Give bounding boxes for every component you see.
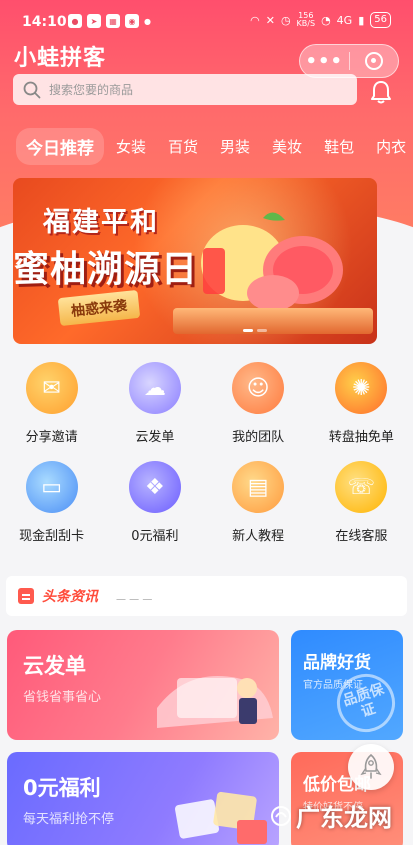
close-mini-program-button[interactable]: [349, 52, 398, 70]
status-time: 14:10: [22, 14, 67, 30]
search-placeholder: 搜索您要的商品: [49, 83, 134, 97]
mute-icon: ✕: [265, 13, 275, 27]
mini-program-capsule: •••: [299, 44, 399, 78]
battery-indicator: 56: [370, 12, 391, 28]
customer-service-icon: ☏: [335, 461, 388, 513]
cloud-order-icon: ☁: [128, 362, 181, 414]
app-title: 小蛙拼客: [14, 46, 107, 71]
grid-item-cloud-order[interactable]: ☁ 云发单: [103, 362, 206, 445]
tutorial-icon: ▤: [232, 461, 285, 513]
tab-beauty[interactable]: 美妆: [272, 136, 302, 157]
brand-goods-card[interactable]: 品牌好货 官方品质保证 品质保证: [291, 630, 403, 740]
zero-welfare-card[interactable]: 0元福利 每天福利抢不停: [7, 752, 279, 845]
search-bar[interactable]: 搜索您要的商品: [13, 74, 357, 105]
banner-dot: [257, 329, 267, 332]
card-subtitle: 每天福利抢不停: [23, 812, 115, 827]
status-bar: 14:10 ● ➤ ▦ ◉ ● ◠ ✕ ◷ 156 KB/S ◔ 4G ▮ 56: [0, 0, 413, 40]
lucky-wheel-icon: ✺: [335, 362, 388, 414]
card-title: 云发单: [23, 654, 86, 678]
tab-today-recommend[interactable]: 今日推荐: [16, 128, 104, 165]
alarm-icon: ◷: [280, 13, 291, 27]
team-icon: ☺: [232, 362, 285, 414]
grid-item-label: 云发单: [135, 430, 175, 445]
network-speed: 156 KB/S: [297, 12, 316, 28]
tab-shoes-bags[interactable]: 鞋包: [324, 136, 354, 157]
grid-item-tutorial[interactable]: ▤ 新人教程: [207, 461, 310, 544]
cloud-order-illustration: [157, 676, 273, 728]
grid-item-label: 分享邀请: [25, 430, 78, 445]
grid-item-label: 在线客服: [335, 529, 388, 544]
grid-item-label: 0元福利: [131, 529, 179, 544]
network-speed-unit: KB/S: [296, 19, 316, 28]
status-right: ◠ ✕ ◷ 156 KB/S ◔ 4G ▮ 56: [250, 12, 391, 28]
banner-line1: 福建平和: [43, 207, 159, 238]
site-watermark: 广东龙网: [270, 798, 392, 833]
rocket-icon: [360, 754, 382, 779]
search-icon: [23, 81, 41, 98]
news-scroll-text: — — —: [116, 594, 153, 605]
banner-pagination: [243, 329, 267, 332]
cloud-order-card[interactable]: 云发单 省钱省事省心: [7, 630, 279, 740]
watermark-logo-icon: [271, 805, 291, 826]
notification-app-icon: ●: [68, 14, 82, 28]
headphones-icon: ◠: [250, 13, 260, 27]
grid-item-label: 新人教程: [232, 529, 285, 544]
grid-item-zero-welfare[interactable]: ❖ 0元福利: [103, 461, 206, 544]
coupon-illustration: [174, 791, 267, 844]
category-tabs: 今日推荐 女装 百货 男装 美妆 鞋包 内衣: [16, 128, 413, 165]
watermark-text: 广东龙网: [296, 804, 392, 832]
back-to-top-button[interactable]: [348, 744, 394, 790]
grid-item-my-team[interactable]: ☺ 我的团队: [207, 362, 310, 445]
bell-icon[interactable]: [370, 80, 392, 104]
card-title: 品牌好货: [303, 653, 371, 673]
grid-item-lucky-wheel[interactable]: ✺ 转盘抽免单: [310, 362, 413, 445]
card-subtitle: 省钱省事省心: [23, 690, 102, 705]
promo-banner[interactable]: 福建平和 蜜柚溯源日 柚惑来袭: [13, 178, 377, 344]
signal-label: 4G: [336, 13, 353, 27]
wifi-icon: ◔: [321, 13, 331, 27]
more-menu-button[interactable]: •••: [300, 51, 349, 72]
banner-tag: 柚惑来袭: [57, 289, 141, 327]
news-icon: [18, 588, 34, 604]
grid-item-label: 转盘抽免单: [328, 430, 394, 445]
dot-icon: ●: [144, 16, 151, 26]
signal-icon: ▮: [358, 13, 365, 27]
grid-item-customer-service[interactable]: ☏ 在线客服: [310, 461, 413, 544]
card-title: 0元福利: [23, 776, 101, 800]
message-app-icon: ▦: [106, 14, 120, 28]
grid-item-scratch-card[interactable]: ▭ 现金刮刮卡: [0, 461, 103, 544]
banner-dot-active: [243, 329, 253, 332]
share-invite-icon: ✉: [25, 362, 78, 414]
news-tag: 头条资讯: [42, 589, 98, 605]
tab-underwear[interactable]: 内衣: [376, 136, 406, 157]
grid-item-label: 我的团队: [232, 430, 285, 445]
tab-general-goods[interactable]: 百货: [168, 136, 198, 157]
pomelo-illustration: [201, 212, 343, 311]
grid-item-share-invite[interactable]: ✉ 分享邀请: [0, 362, 103, 445]
scratch-card-icon: ▭: [25, 461, 78, 513]
status-app-icons: ● ➤ ▦ ◉ ●: [68, 14, 151, 28]
banner-line2: 蜜柚溯源日: [13, 249, 199, 290]
close-target-icon: [364, 52, 383, 70]
headline-news-strip[interactable]: 头条资讯 — — —: [6, 576, 407, 616]
banner-stage: [173, 308, 373, 334]
tab-womens[interactable]: 女装: [116, 136, 146, 157]
feature-grid: ✉ 分享邀请 ☁ 云发单 ☺ 我的团队 ✺ 转盘抽免单 ▭ 现金刮刮卡 ❖ 0元…: [0, 362, 413, 544]
grid-item-label: 现金刮刮卡: [19, 529, 85, 544]
tab-mens[interactable]: 男装: [220, 136, 250, 157]
eye-app-icon: ◉: [125, 14, 139, 28]
telegram-icon: ➤: [87, 14, 101, 28]
gift-icon: ❖: [128, 461, 181, 513]
